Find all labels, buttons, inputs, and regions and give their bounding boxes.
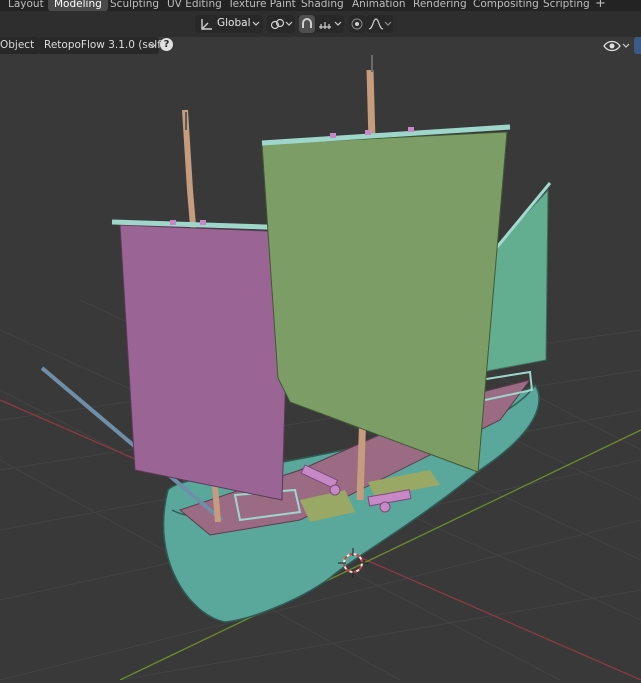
viewport-header: Object RetopoFlow 3.1.0 (self) ? (0, 37, 641, 55)
transform-orientation-dropdown[interactable]: Global (195, 15, 263, 33)
tab-animation[interactable]: Animation (352, 0, 406, 11)
object-menu[interactable]: Object (0, 37, 40, 54)
chevron-down-icon (334, 21, 342, 26)
main-sail (261, 131, 508, 473)
tab-layout[interactable]: Layout (8, 0, 44, 11)
overlay-toggle[interactable] (634, 37, 641, 54)
snap-increment-icon (319, 22, 331, 29)
pivot-point-dropdown[interactable] (267, 15, 295, 33)
help-button[interactable]: ? (160, 38, 173, 51)
tool-header: Global (0, 11, 641, 37)
retopoflow-menu[interactable]: RetopoFlow 3.1.0 (self) (38, 37, 165, 54)
chevron-down-icon (285, 21, 293, 26)
fore-sail (119, 224, 291, 501)
snap-magnet-icon (302, 18, 312, 28)
eye-visibility-icon (603, 40, 621, 52)
falloff-dropdown[interactable] (366, 15, 393, 33)
transform-orientation-icon (201, 19, 212, 30)
chevron-down-icon (384, 21, 392, 26)
tab-scripting[interactable]: Scripting (543, 0, 590, 11)
viewport-scene (0, 38, 641, 681)
tab-texture-paint[interactable]: Texture Paint (228, 0, 296, 11)
snap-toggle[interactable] (299, 15, 315, 33)
3d-viewport[interactable] (0, 38, 641, 681)
workspace-tab-bar: Layout Modeling Sculpting UV Editing Tex… (0, 0, 641, 11)
tab-sculpting[interactable]: Sculpting (110, 0, 159, 11)
tab-uv-editing[interactable]: UV Editing (167, 0, 222, 11)
orientation-label: Global (217, 17, 251, 29)
tab-shading[interactable]: Shading (301, 0, 344, 11)
tab-compositing[interactable]: Compositing (473, 0, 539, 11)
chevron-down-icon (622, 43, 630, 48)
pivot-point-icon (270, 18, 285, 30)
tab-rendering[interactable]: Rendering (413, 0, 467, 11)
proportional-editing-toggle[interactable] (349, 15, 365, 33)
snap-target-dropdown[interactable] (315, 15, 344, 33)
chevron-down-icon (252, 21, 260, 26)
retopoflow-label: RetopoFlow 3.1.0 (self) (44, 39, 166, 51)
visibility-dropdown[interactable] (602, 37, 630, 54)
tab-modeling[interactable]: Modeling (48, 0, 108, 11)
proportional-editing-icon (351, 18, 363, 30)
chevron-down-icon (149, 43, 157, 48)
add-workspace-button[interactable]: + (595, 0, 606, 11)
falloff-curve-icon (368, 18, 384, 30)
